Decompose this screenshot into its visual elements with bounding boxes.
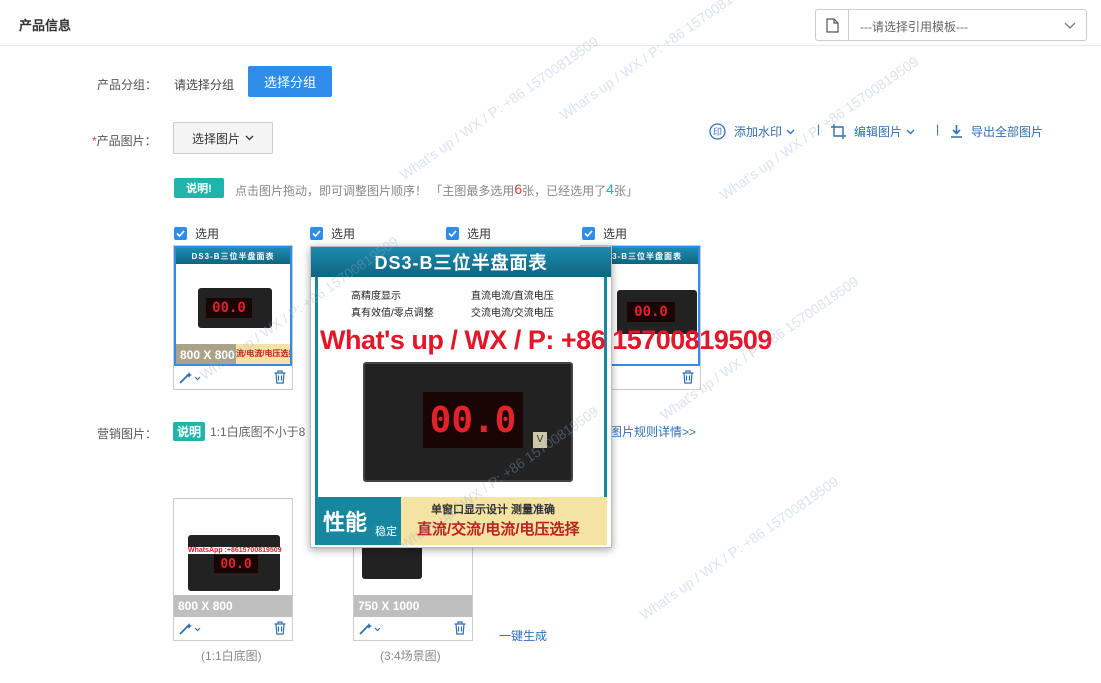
crop-icon — [831, 124, 846, 139]
marketing-image-label: 营销图片： — [97, 427, 158, 441]
trash-icon[interactable] — [274, 370, 286, 384]
chevron-down-icon — [245, 135, 254, 141]
use-image-checkbox-2[interactable]: 选用 — [310, 225, 355, 242]
magic-wand-icon[interactable] — [359, 622, 381, 635]
trash-icon[interactable] — [454, 621, 466, 635]
image-toolbar — [174, 367, 292, 389]
image-size-tag: 800 X 800 — [176, 344, 236, 364]
watermark-text: What's up / WX / P: +86 15700819509 — [320, 325, 772, 355]
product-image: DS3-B三位半盘面表 00.0 流/电流/电压选择 800 X 800 — [174, 246, 292, 366]
select-image-button[interactable]: 选择图片 — [173, 122, 273, 154]
image-order-hint: 点击图片拖动，即可调整图片顺序！ 「主图最多选用6张，已经选用了4张」 — [235, 181, 638, 198]
edit-image-tool[interactable]: 编辑图片 — [831, 123, 915, 140]
hint-badge: 说明! — [174, 178, 224, 198]
feature-text: 高精度显示 — [351, 291, 401, 302]
document-icon — [816, 10, 849, 40]
section-header: 产品信息 ---请选择引用模板--- — [0, 0, 1101, 46]
checkmark-icon — [582, 227, 595, 240]
template-select[interactable]: ---请选择引用模板--- — [815, 9, 1087, 41]
whatsapp-overlay: WhatsApp :+8615700819509 — [186, 547, 284, 554]
trash-icon[interactable] — [682, 370, 694, 384]
checkmark-icon — [446, 227, 459, 240]
image-preview-popup: DS3-B三位半盘面表 高精度显示 直流电流/直流电压 真有效值/零点调整 交流… — [310, 246, 612, 548]
tool-separator: | — [817, 122, 821, 136]
feature-text: 交流电流/交流电压 — [471, 308, 554, 319]
image-toolbar — [174, 618, 292, 640]
feature-text: 真有效值/零点调整 — [351, 308, 434, 319]
footer-big: 性能 — [323, 510, 368, 535]
product-image-label: *产品图片： — [92, 134, 157, 148]
meter-graphic: 00.0 V — [363, 362, 573, 482]
marketing-caption-scene: (3:4场景图) — [380, 649, 441, 663]
image-size-tag: 800 X 800 — [174, 595, 292, 617]
chevron-down-icon — [1064, 19, 1076, 34]
svg-text:印: 印 — [713, 126, 722, 138]
footer-line2: 直流/交流/电流/电压选择 — [417, 521, 580, 538]
download-icon — [951, 125, 962, 138]
footer-small: 稳定 — [375, 526, 397, 538]
meter-graphic: 00.0 — [188, 535, 280, 591]
image-size-tag: 750 X 1000 — [354, 595, 472, 617]
checkmark-icon — [174, 227, 187, 240]
template-select-value: ---请选择引用模板--- — [860, 20, 968, 34]
marketing-image-card-square[interactable]: 00.0 WhatsApp :+8615700819509 800 X 800 — [173, 498, 293, 641]
magic-wand-icon[interactable] — [179, 371, 201, 384]
product-image-card[interactable]: DS3-B三位半盘面表 00.0 流/电流/电压选择 800 X 800 — [173, 245, 293, 390]
image-toolbar — [354, 618, 472, 640]
add-watermark-tool[interactable]: 印 添加水印 — [709, 123, 795, 140]
chevron-down-icon — [906, 129, 915, 134]
section-title: 产品信息 — [19, 18, 72, 33]
feature-text: 直流电流/直流电压 — [471, 291, 554, 302]
use-image-checkbox-3[interactable]: 选用 — [446, 225, 491, 242]
marketing-caption-square: (1:1白底图) — [201, 649, 262, 663]
select-group-button[interactable]: 选择分组 — [248, 66, 332, 97]
watermark-icon: 印 — [709, 123, 726, 140]
footer-line1: 单窗口显示设计 测量准确 — [431, 504, 556, 516]
one-click-generate-link[interactable]: 一键生成 — [499, 627, 547, 644]
magic-wand-icon[interactable] — [179, 622, 201, 635]
meter-display: 00.0 — [423, 392, 523, 448]
tool-separator: | — [936, 122, 940, 136]
group-placeholder: 请选择分组 — [174, 78, 235, 92]
group-label: 产品分组： — [97, 78, 158, 92]
popup-title: DS3-B三位半盘面表 — [311, 247, 611, 277]
meter-graphic: 00.0 — [198, 288, 272, 328]
marketing-hint-text: 1:1白底图不小于8 — [210, 425, 306, 439]
background-watermark: What's up / WX / P: +86 15700819509 — [396, 33, 602, 183]
use-image-checkbox-4[interactable]: 选用 — [582, 225, 627, 242]
trash-icon[interactable] — [274, 621, 286, 635]
marketing-hint-badge: 说明 — [173, 422, 205, 441]
marketing-image: 00.0 WhatsApp :+8615700819509 800 X 800 — [174, 499, 292, 617]
use-image-checkbox-1[interactable]: 选用 — [174, 225, 219, 242]
chevron-down-icon — [786, 129, 795, 134]
unit-label: V — [533, 432, 547, 448]
image-rule-link[interactable]: 图片规则详情>> — [610, 423, 696, 440]
checkmark-icon — [310, 227, 323, 240]
export-all-images-tool[interactable]: 导出全部图片 — [950, 123, 1043, 140]
background-watermark: What's up / WX / P: +86 15700819509 — [636, 473, 842, 623]
